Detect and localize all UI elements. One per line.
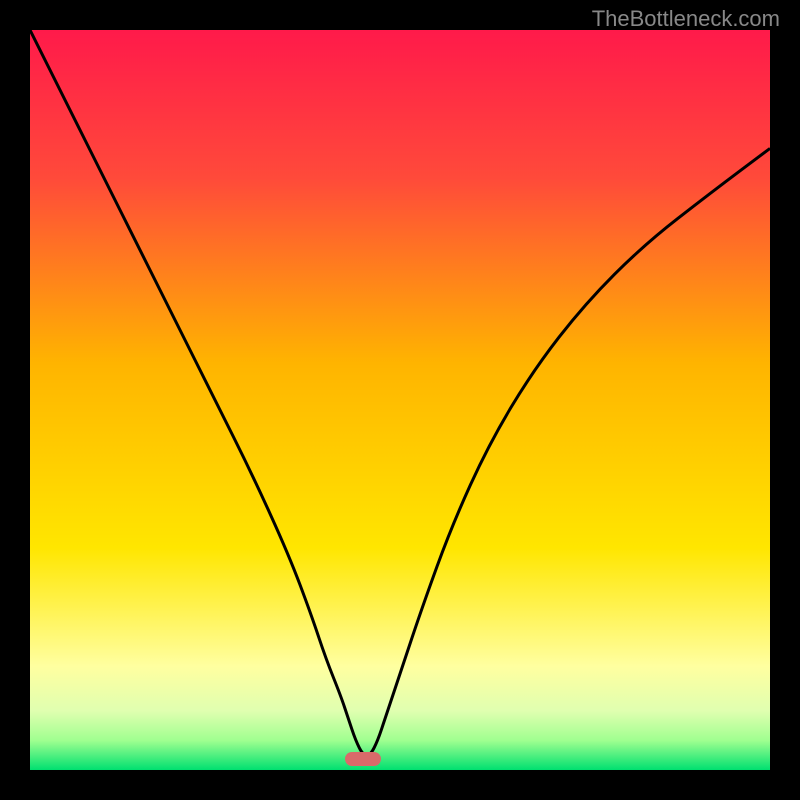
curve-svg	[30, 30, 770, 770]
bottleneck-curve	[30, 30, 770, 755]
optimal-marker	[345, 752, 381, 766]
plot-area	[30, 30, 770, 770]
watermark-text: TheBottleneck.com	[592, 6, 780, 32]
